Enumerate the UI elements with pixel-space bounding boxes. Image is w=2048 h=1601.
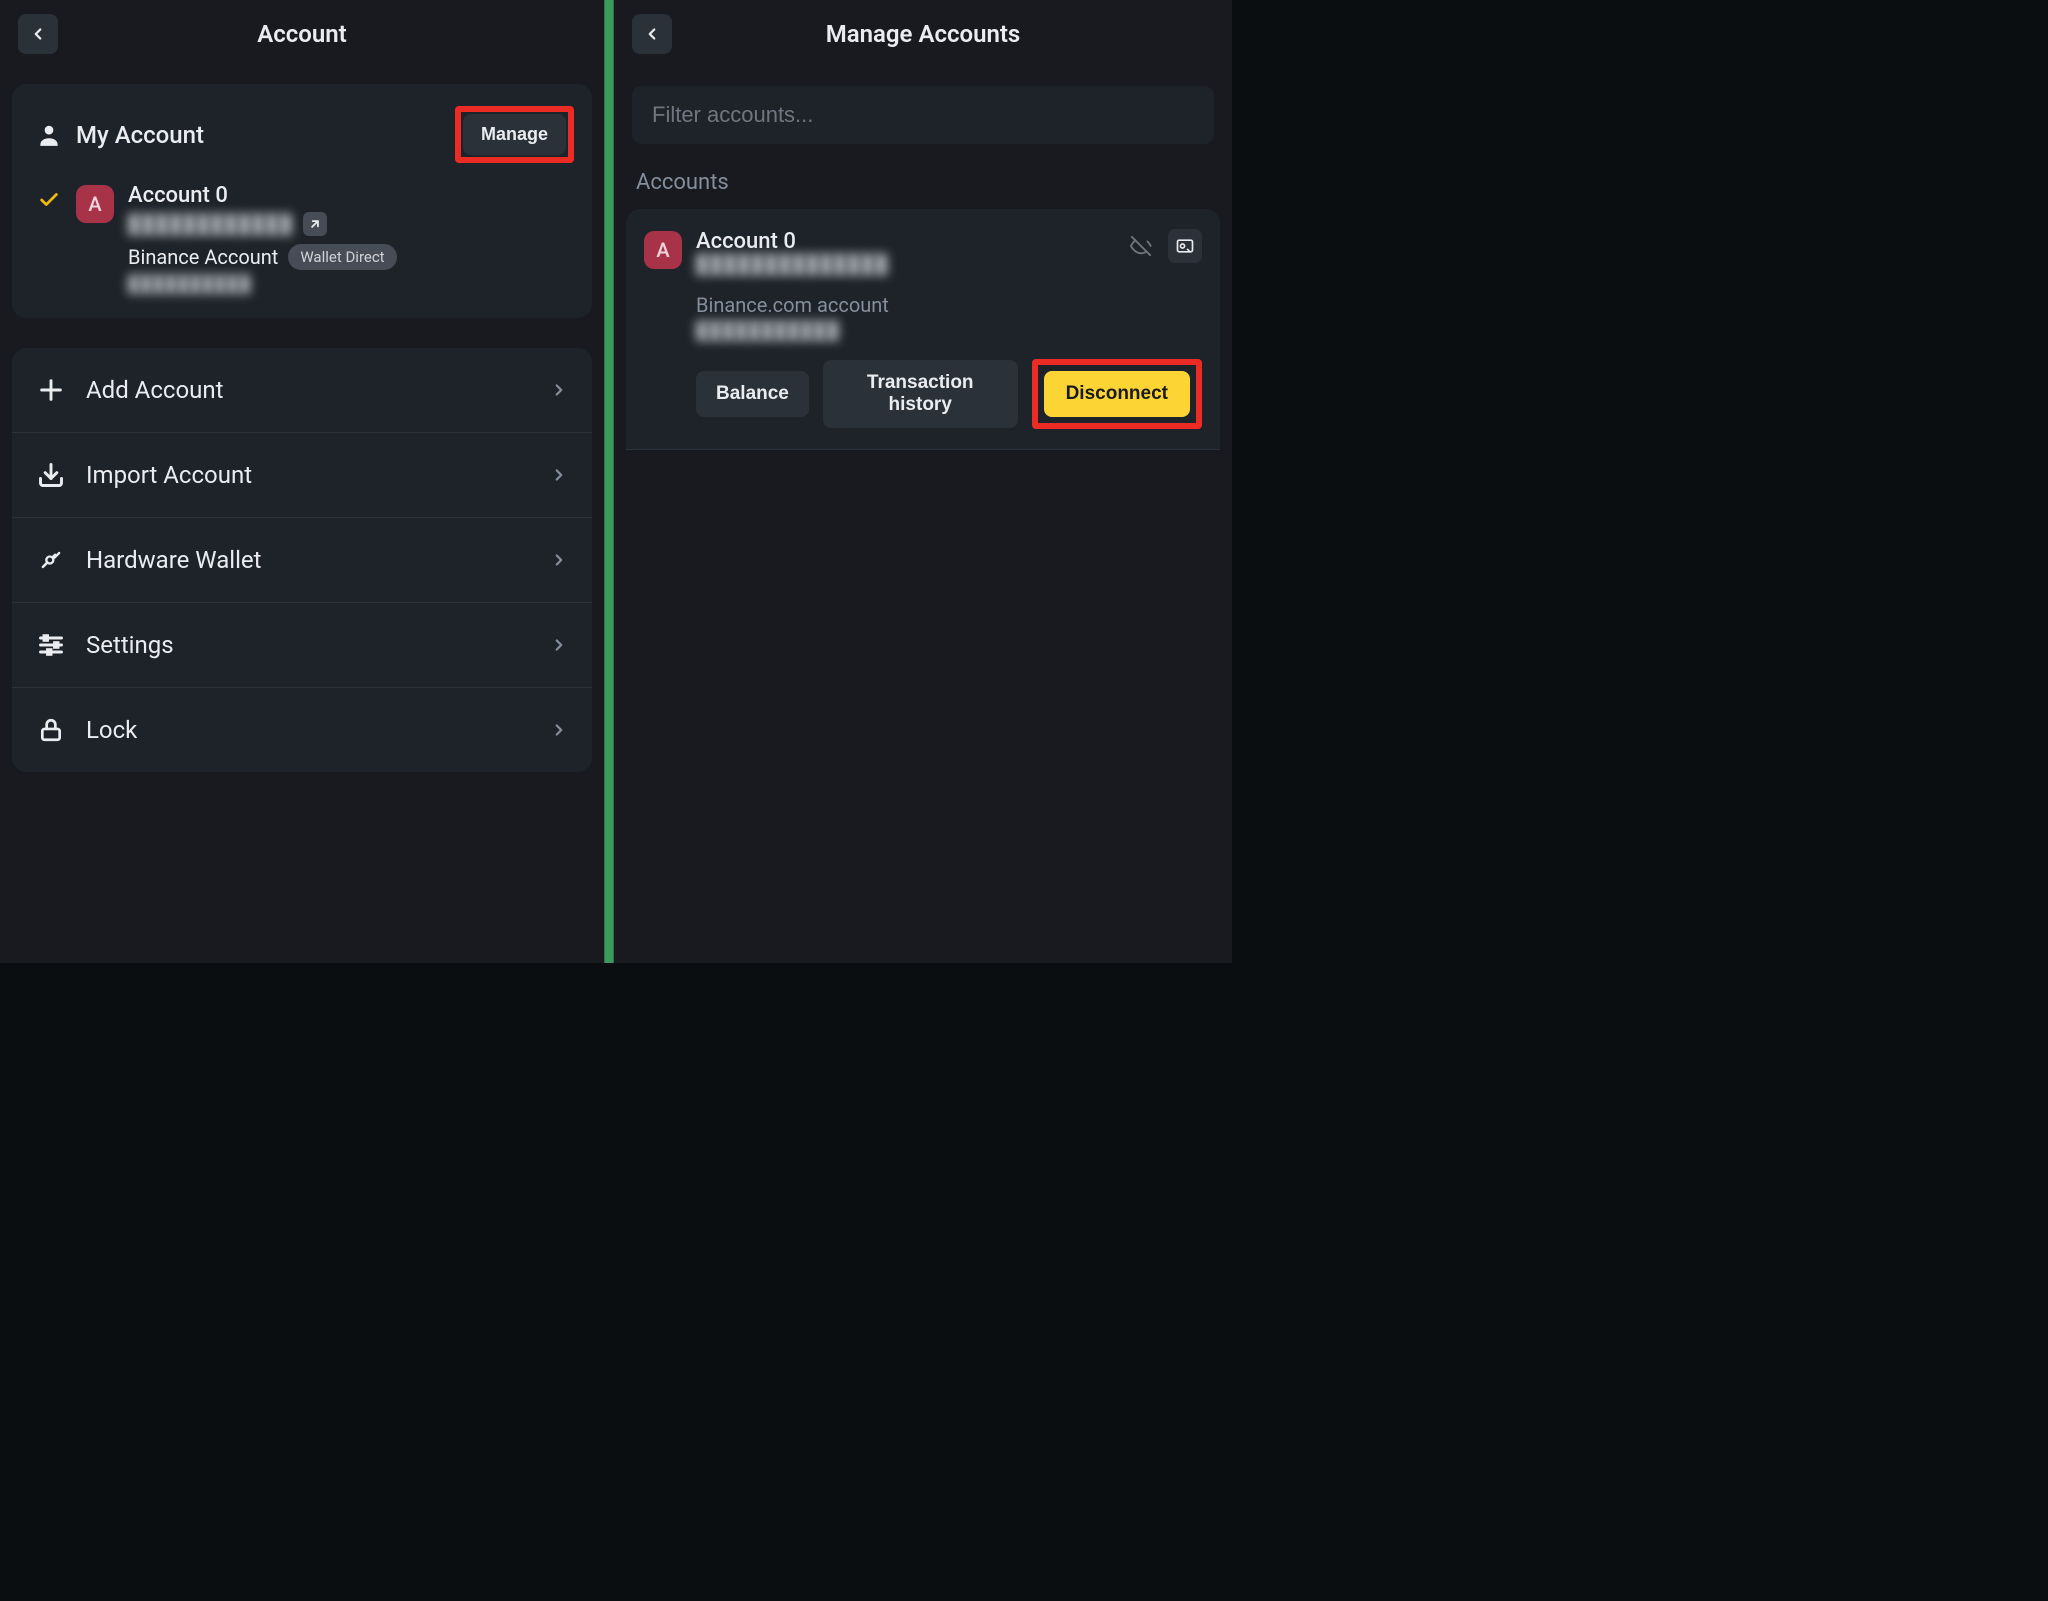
account-name: Account 0	[696, 229, 1110, 254]
external-link-icon[interactable]	[303, 212, 327, 236]
panel-divider	[604, 0, 614, 963]
back-button[interactable]	[18, 14, 58, 54]
my-account-title-group: My Account	[36, 121, 204, 149]
binance-row: Binance Account Wallet Direct	[128, 244, 568, 270]
avatar: A	[76, 185, 114, 223]
back-button[interactable]	[632, 14, 672, 54]
selected-account-row[interactable]: A Account 0 ████████████ Binance Account…	[12, 177, 592, 318]
plus-icon	[36, 376, 66, 404]
menu-settings[interactable]: Settings	[12, 603, 592, 688]
binance-account-id: ██████████	[128, 274, 568, 294]
accounts-section-label: Accounts	[614, 162, 1232, 209]
menu-add-account[interactable]: Add Account	[12, 348, 592, 433]
disconnect-button[interactable]: Disconnect	[1044, 371, 1190, 417]
account-address: ████████████	[128, 214, 293, 235]
balance-button[interactable]: Balance	[696, 371, 809, 417]
menu-label: Import Account	[86, 461, 252, 489]
chevron-right-icon	[550, 551, 568, 569]
person-icon	[36, 122, 62, 148]
chevron-right-icon	[550, 636, 568, 654]
chevron-left-icon	[643, 25, 661, 43]
search-wrap[interactable]	[632, 86, 1214, 144]
filter-accounts-input[interactable]	[652, 102, 1194, 128]
chevron-right-icon	[550, 466, 568, 484]
menu-lock[interactable]: Lock	[12, 688, 592, 772]
account-card-actions	[1124, 229, 1202, 263]
account-card-top: A Account 0 ██████████████	[644, 229, 1202, 275]
header: Account	[0, 0, 604, 72]
download-icon	[36, 461, 66, 489]
lock-icon	[36, 717, 66, 743]
rename-icon[interactable]	[1168, 229, 1202, 263]
binance-com-id: ███████████	[696, 321, 840, 341]
panel-manage-accounts: Manage Accounts Accounts A Account 0 ███…	[614, 0, 1232, 963]
account-address-row: ████████████	[128, 212, 568, 236]
panel-account: Account My Account Manage A Account 0 ██…	[0, 0, 604, 963]
page-title: Manage Accounts	[826, 20, 1021, 48]
account-info: Account 0 ████████████ Binance Account W…	[128, 183, 568, 294]
menu-label: Settings	[86, 631, 174, 659]
binance-account-label: Binance Account	[128, 245, 278, 269]
menu-label: Add Account	[86, 376, 223, 404]
menu-label: Hardware Wallet	[86, 546, 262, 574]
header: Manage Accounts	[614, 0, 1232, 72]
hide-icon[interactable]	[1124, 229, 1158, 263]
my-account-header: My Account Manage	[12, 84, 592, 177]
account-address: ██████████████	[696, 254, 889, 275]
highlight-manage: Manage	[455, 106, 574, 163]
chevron-right-icon	[550, 381, 568, 399]
menu-import-account[interactable]: Import Account	[12, 433, 592, 518]
chevron-right-icon	[550, 721, 568, 739]
wallet-direct-pill: Wallet Direct	[288, 244, 396, 270]
binance-com-label: Binance.com account	[696, 293, 1202, 317]
my-account-title: My Account	[76, 121, 204, 149]
manage-button[interactable]: Manage	[463, 114, 566, 155]
page-title: Account	[257, 20, 347, 48]
plug-icon	[36, 546, 66, 574]
account-actions: Balance Transaction history Disconnect	[696, 359, 1202, 429]
menu-hardware-wallet[interactable]: Hardware Wallet	[12, 518, 592, 603]
transaction-history-button[interactable]: Transaction history	[823, 360, 1018, 428]
sliders-icon	[36, 631, 66, 659]
account-name: Account 0	[128, 183, 568, 208]
account-card-info: Account 0 ██████████████	[696, 229, 1110, 275]
my-account-card: My Account Manage A Account 0 ██████████…	[12, 84, 592, 318]
avatar: A	[644, 231, 682, 269]
menu-label: Lock	[86, 716, 137, 744]
chevron-left-icon	[29, 25, 47, 43]
account-card: A Account 0 ██████████████ Binance.com a…	[626, 209, 1220, 450]
check-icon	[36, 189, 62, 211]
highlight-disconnect: Disconnect	[1032, 359, 1202, 429]
menu-card: Add Account Import Account Har	[12, 348, 592, 772]
